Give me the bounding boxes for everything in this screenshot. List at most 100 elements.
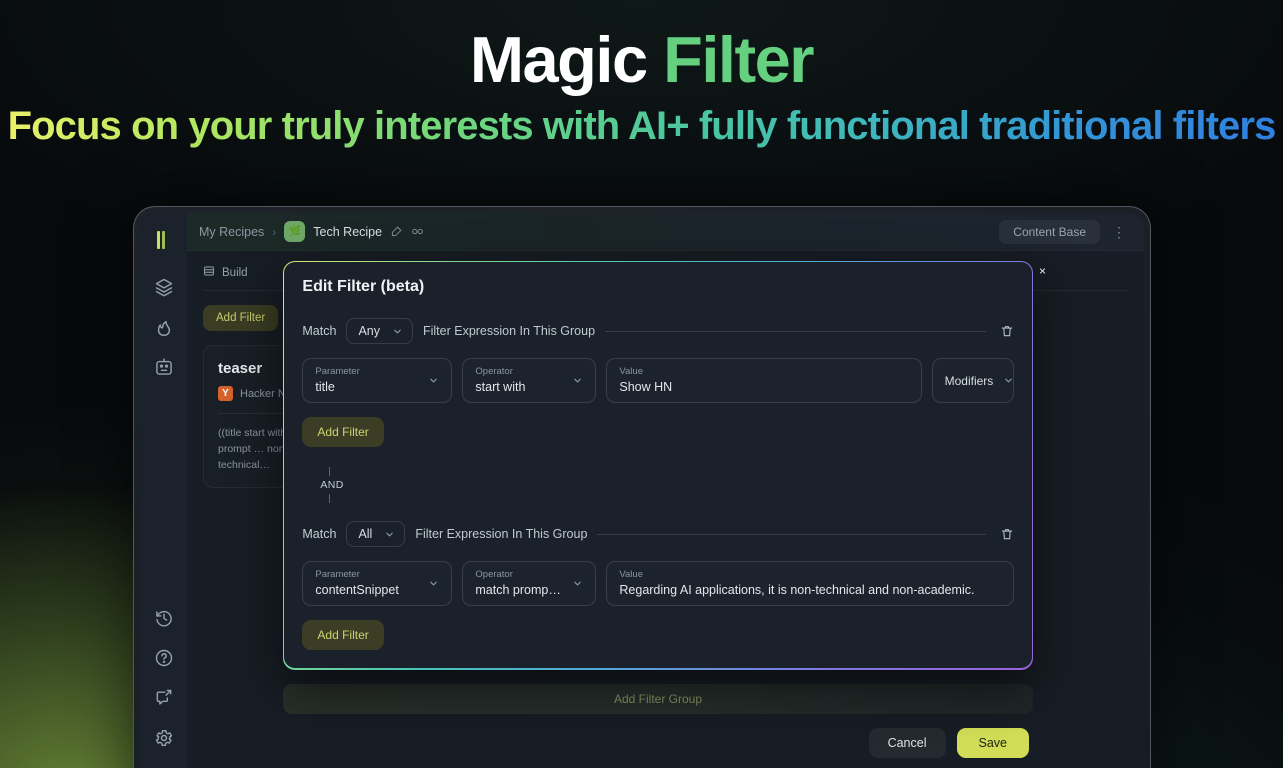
gear-icon	[154, 728, 174, 753]
sidebar-bottom-group	[144, 600, 184, 768]
sidebar-item-theme[interactable]	[144, 760, 184, 768]
match-label: Match	[302, 527, 337, 542]
connector-label: AND	[320, 479, 344, 492]
value-label: Value	[619, 366, 643, 378]
sidebar-item-settings[interactable]	[144, 720, 184, 760]
page-root: Magic Filter Focus on your truly interes…	[0, 0, 1283, 768]
content-base-button[interactable]: Content Base	[999, 219, 1100, 244]
parameter-value: title	[315, 379, 335, 394]
filter-row: Parameter title Operator start with Valu…	[302, 358, 1014, 404]
operator-label: Operator	[475, 366, 513, 378]
value-input[interactable]: Value Show HN	[606, 358, 922, 404]
operator-value: start with	[475, 379, 526, 394]
filter-row: Parameter contentSnippet Operator match …	[302, 561, 1014, 607]
match-select-all[interactable]: All	[346, 521, 406, 548]
parameter-label: Parameter	[315, 366, 360, 378]
value-input[interactable]: Value Regarding AI applications, it is n…	[606, 561, 1014, 607]
breadcrumb-separator: ›	[272, 224, 277, 239]
hero-section: Magic Filter Focus on your truly interes…	[0, 0, 1283, 149]
main-area: My Recipes › 🌿 Tech Recipe Content Base …	[187, 213, 1144, 768]
chevron-down-icon	[572, 375, 583, 386]
table-icon	[203, 265, 215, 280]
page-title: Magic Filter	[0, 23, 1283, 96]
sidebar-item-help[interactable]	[144, 640, 184, 680]
topbar: My Recipes › 🌿 Tech Recipe Content Base …	[187, 213, 1144, 251]
operator-select[interactable]: Operator match prompt ✦	[462, 561, 597, 607]
dialog-footer: Cancel Save	[283, 727, 1033, 758]
filter-group-header: Match All Filter Expression In This Grou…	[302, 521, 1014, 548]
modifiers-select[interactable]: Modifiers	[931, 358, 1014, 404]
add-filter-button-1[interactable]: Add Filter	[302, 417, 384, 448]
connector-line-bottom	[329, 494, 331, 504]
chevron-down-icon	[1003, 375, 1014, 386]
history-icon	[154, 608, 174, 633]
parameter-select[interactable]: Parameter contentSnippet	[302, 561, 453, 607]
match-select-any[interactable]: Any	[346, 318, 413, 345]
parameter-texts: Parameter contentSnippet	[315, 570, 398, 597]
delete-group-icon[interactable]	[996, 324, 1014, 338]
edit-filter-dialog-wrapper: × Edit Filter (beta) Match Any Filter Ex…	[283, 261, 1046, 758]
edit-icon[interactable]	[390, 225, 403, 238]
value-texts: Value Regarding AI applications, it is n…	[619, 570, 974, 597]
app-logo-icon[interactable]	[157, 231, 170, 249]
add-filter-button-2[interactable]: Add Filter	[302, 620, 384, 651]
app-window: My Recipes › 🌿 Tech Recipe Content Base …	[140, 213, 1144, 768]
group-expression-label: Filter Expression In This Group	[415, 527, 588, 542]
value-value: Regarding AI applications, it is non-tec…	[619, 582, 975, 597]
breadcrumb-root[interactable]: My Recipes	[199, 225, 264, 239]
cancel-button[interactable]: Cancel	[868, 727, 946, 758]
operator-value: match prompt ✦	[475, 583, 562, 598]
group-expression-label: Filter Expression In This Group	[422, 324, 596, 339]
modifiers-label: Modifiers	[944, 373, 994, 388]
recipe-badge-icon: 🌿	[284, 221, 306, 242]
dialog-title: Edit Filter (beta)	[302, 278, 425, 296]
help-circle-icon	[154, 648, 174, 673]
filter-group-2: Match All Filter Expression In This Grou…	[302, 521, 1014, 651]
title-word-magic: Magic	[469, 23, 648, 96]
link-icon[interactable]	[411, 225, 424, 238]
device-frame: My Recipes › 🌿 Tech Recipe Content Base …	[133, 206, 1151, 768]
chevron-down-icon	[428, 578, 439, 589]
operator-select[interactable]: Operator start with	[462, 358, 597, 404]
parameter-label: Parameter	[315, 569, 360, 581]
layers-icon	[154, 277, 174, 302]
chevron-down-icon	[384, 529, 395, 540]
parameter-select[interactable]: Parameter title	[302, 358, 453, 404]
filter-group-header: Match Any Filter Expression In This Grou…	[302, 318, 1014, 345]
bg-add-filter-button[interactable]: Add Filter	[203, 305, 279, 331]
sidebar-item-layers[interactable]	[144, 269, 184, 309]
group-rule-line	[597, 533, 986, 535]
more-options-icon[interactable]: ⋮	[1108, 225, 1130, 239]
robot-icon	[154, 357, 174, 382]
build-label: Build	[222, 266, 248, 279]
sidebar-item-feedback[interactable]	[144, 680, 184, 720]
chevron-down-icon	[428, 375, 439, 386]
save-button[interactable]: Save	[956, 727, 1029, 758]
match-select-value: All	[358, 527, 373, 542]
flame-icon	[154, 317, 174, 342]
source-badge-icon: Y	[218, 386, 233, 401]
page-subtitle: Focus on your truly interests with AI+ f…	[0, 104, 1283, 149]
value-label: Value	[619, 569, 643, 581]
match-select-value: Any	[358, 324, 380, 339]
edit-filter-dialog: Edit Filter (beta) Match Any Filter Expr…	[283, 261, 1033, 670]
group-connector: AND	[302, 447, 1013, 521]
value-value: Show HN	[619, 379, 673, 394]
dialog-body: Edit Filter (beta) Match Any Filter Expr…	[284, 262, 1032, 669]
parameter-value: contentSnippet	[315, 582, 399, 597]
operator-texts: Operator match prompt ✦	[475, 570, 562, 597]
value-texts: Value Show HN	[619, 367, 672, 394]
close-icon[interactable]: ×	[1039, 265, 1046, 277]
sidebar-item-history[interactable]	[144, 600, 184, 640]
chevron-down-icon	[392, 326, 403, 337]
chevron-down-icon	[572, 578, 583, 589]
connector-line-top	[329, 467, 331, 477]
add-filter-group-button[interactable]: Add Filter Group	[283, 683, 1033, 714]
feedback-icon	[154, 688, 174, 713]
operator-value-text: match prompt	[475, 582, 552, 597]
sidebar	[140, 213, 187, 768]
sidebar-item-agent[interactable]	[144, 349, 184, 389]
sidebar-item-trending[interactable]	[144, 309, 184, 349]
delete-group-icon[interactable]	[996, 527, 1014, 541]
operator-label: Operator	[475, 569, 513, 581]
